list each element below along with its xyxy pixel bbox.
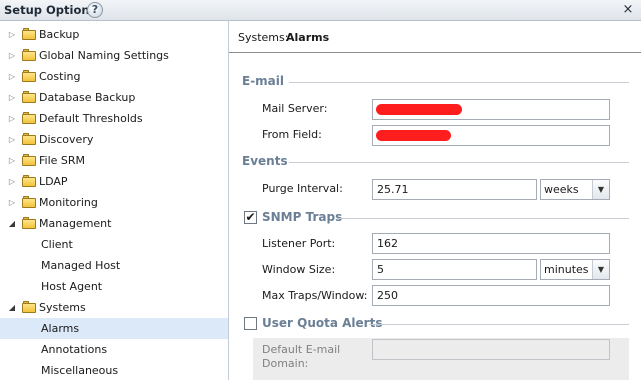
- expand-arrow-icon[interactable]: ▷: [7, 192, 17, 213]
- sidebar-item-client[interactable]: Client: [0, 234, 228, 255]
- folder-icon: [22, 112, 36, 124]
- sidebar-item-host-agent[interactable]: Host Agent: [0, 276, 228, 297]
- section-divider: [369, 324, 629, 325]
- purge-interval-label: Purge Interval:: [262, 182, 343, 195]
- folder-icon: [22, 70, 36, 82]
- folder-icon: [22, 28, 36, 40]
- folder-icon: [22, 301, 36, 313]
- sidebar-item-label: LDAP: [39, 175, 68, 188]
- sidebar-item-label: Managed Host: [41, 259, 121, 272]
- sidebar-item-managed-host[interactable]: Managed Host: [0, 255, 228, 276]
- sidebar-item-label: Monitoring: [39, 196, 98, 209]
- sidebar-item-default-thresholds[interactable]: ▷ Default Thresholds: [0, 108, 228, 129]
- purge-interval-unit-value: weeks: [544, 183, 579, 196]
- user-quota-alerts-section-title: User Quota Alerts: [262, 316, 383, 330]
- sidebar-item-label: Client: [41, 238, 73, 251]
- breadcrumb-prefix: Systems:: [238, 31, 289, 44]
- user-quota-alerts-checkbox[interactable]: [244, 317, 257, 330]
- window-size-input[interactable]: 5: [372, 259, 537, 280]
- window-title: Setup Options: [4, 3, 97, 17]
- sidebar-item-label: Alarms: [41, 322, 80, 335]
- sidebar-item-ldap[interactable]: ▷ LDAP: [0, 171, 228, 192]
- sidebar-item-label: Management: [39, 217, 112, 230]
- expand-arrow-icon[interactable]: ▷: [7, 87, 17, 108]
- expand-arrow-icon[interactable]: ▷: [7, 24, 17, 45]
- expand-arrow-icon[interactable]: ▷: [7, 108, 17, 129]
- window-size-unit-select[interactable]: minutes ▼: [540, 259, 610, 280]
- sidebar-item-label: Backup: [39, 28, 80, 41]
- collapse-arrow-icon[interactable]: ◢: [7, 297, 17, 318]
- folder-icon: [22, 217, 36, 229]
- sidebar-item-label: Systems: [39, 301, 86, 314]
- redaction-mark: [376, 130, 451, 141]
- mail-server-input[interactable]: [372, 99, 610, 120]
- sidebar-item-backup[interactable]: ▷ Backup: [0, 24, 228, 45]
- sidebar-item-label: Costing: [39, 70, 81, 83]
- redaction-mark: [376, 104, 462, 115]
- events-section-title: Events: [242, 154, 288, 168]
- mail-server-label: Mail Server:: [262, 102, 328, 115]
- help-icon[interactable]: ?: [87, 2, 103, 18]
- default-email-domain-label-line1: Default E-mail: [262, 343, 341, 356]
- default-email-domain-label-line2: Domain:: [262, 357, 309, 370]
- sidebar-item-label: File SRM: [39, 154, 86, 167]
- collapse-arrow-icon[interactable]: ◢: [7, 213, 17, 234]
- sidebar-item-systems[interactable]: ◢ Systems: [0, 297, 228, 318]
- max-traps-label: Max Traps/Window:: [262, 289, 368, 302]
- section-divider: [289, 82, 629, 83]
- close-icon[interactable]: ×: [620, 2, 636, 18]
- sidebar-item-file-srm[interactable]: ▷ File SRM: [0, 150, 228, 171]
- main-panel: Systems: Alarms E-mail Mail Server: From…: [229, 21, 641, 380]
- sidebar-item-label: Database Backup: [39, 91, 136, 104]
- sidebar-item-miscellaneous[interactable]: Miscellaneous: [0, 360, 228, 380]
- sidebar-item-monitoring[interactable]: ▷ Monitoring: [0, 192, 228, 213]
- expand-arrow-icon[interactable]: ▷: [7, 66, 17, 87]
- default-email-domain-input[interactable]: [372, 339, 610, 360]
- sidebar-tree: ▷ Backup ▷ Global Naming Settings ▷ Cost…: [0, 21, 229, 380]
- sidebar-item-discovery[interactable]: ▷ Discovery: [0, 129, 228, 150]
- purge-interval-input[interactable]: 25.71: [372, 179, 537, 200]
- email-section-title: E-mail: [242, 74, 285, 88]
- sidebar-item-label: Host Agent: [41, 280, 103, 293]
- sidebar-item-label: Default Thresholds: [39, 112, 143, 125]
- listener-port-label: Listener Port:: [262, 237, 336, 250]
- section-divider: [337, 218, 629, 219]
- snmp-traps-checkbox[interactable]: ✔: [244, 211, 257, 224]
- expand-arrow-icon[interactable]: ▷: [7, 129, 17, 150]
- chevron-down-icon[interactable]: ▼: [592, 180, 609, 199]
- listener-port-input[interactable]: 162: [372, 233, 610, 254]
- chevron-down-icon[interactable]: ▼: [592, 260, 609, 279]
- from-field-label: From Field:: [262, 128, 322, 141]
- sidebar-item-annotations[interactable]: Annotations: [0, 339, 228, 360]
- sidebar-item-management[interactable]: ◢ Management: [0, 213, 228, 234]
- sidebar-item-label: Discovery: [39, 133, 94, 146]
- folder-icon: [22, 154, 36, 166]
- window-size-unit-value: minutes: [544, 263, 589, 276]
- expand-arrow-icon[interactable]: ▷: [7, 45, 17, 66]
- folder-icon: [22, 91, 36, 103]
- page-title: Alarms: [286, 31, 330, 44]
- sidebar-item-database-backup[interactable]: ▷ Database Backup: [0, 87, 228, 108]
- sidebar-item-label: Global Naming Settings: [39, 49, 169, 62]
- folder-icon: [22, 133, 36, 145]
- folder-icon: [22, 49, 36, 61]
- expand-arrow-icon[interactable]: ▷: [7, 150, 17, 171]
- purge-interval-unit-select[interactable]: weeks ▼: [540, 179, 610, 200]
- sidebar-item-label: Miscellaneous: [41, 364, 119, 377]
- from-field-input[interactable]: [372, 125, 610, 146]
- folder-icon: [22, 196, 36, 208]
- snmp-traps-section-title: SNMP Traps: [262, 210, 343, 224]
- section-divider: [289, 162, 629, 163]
- folder-icon: [22, 175, 36, 187]
- sidebar-item-costing[interactable]: ▷ Costing: [0, 66, 228, 87]
- sidebar-item-label: Annotations: [41, 343, 108, 356]
- max-traps-input[interactable]: 250: [372, 285, 610, 306]
- sidebar-item-global-naming-settings[interactable]: ▷ Global Naming Settings: [0, 45, 228, 66]
- sidebar-item-alarms[interactable]: Alarms: [0, 318, 228, 339]
- title-bar: Setup Options ? ×: [0, 0, 641, 21]
- window-size-label: Window Size:: [262, 263, 336, 276]
- expand-arrow-icon[interactable]: ▷: [7, 171, 17, 192]
- page-header: Systems: Alarms: [229, 21, 641, 53]
